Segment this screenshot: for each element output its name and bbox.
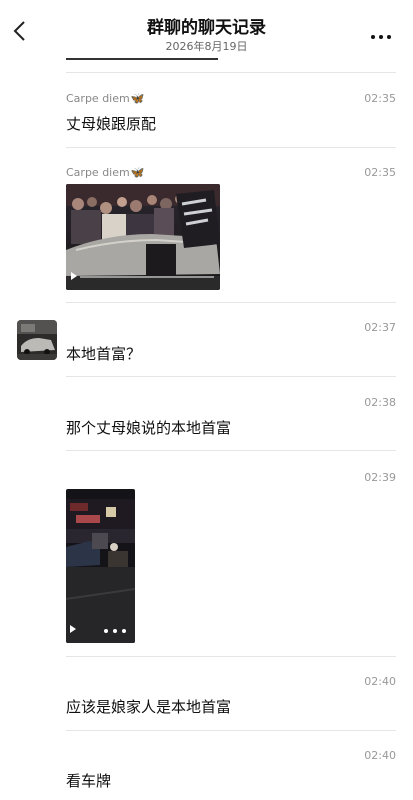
- message-text: 看车牌: [66, 772, 112, 790]
- car-photo-avatar-image: [17, 320, 57, 360]
- divider: [66, 730, 396, 731]
- page-title: 群聊的聊天记录: [147, 18, 266, 38]
- message-time: 02:39: [364, 471, 396, 484]
- video-dot: [122, 629, 126, 633]
- chat-record-header: 群聊的聊天记录 2026年8月19日: [0, 0, 413, 58]
- sender-name: Carpe diem🦋: [66, 166, 145, 179]
- message-time: 02:40: [364, 675, 396, 688]
- scroll-fragment-line: [66, 58, 218, 60]
- divider: [66, 656, 396, 657]
- video-thumbnail-crowd[interactable]: [66, 184, 220, 290]
- play-icon[interactable]: [70, 625, 76, 633]
- message-text: 那个丈母娘说的本地首富: [66, 419, 232, 437]
- message-time: 02:35: [364, 166, 396, 179]
- divider: [66, 147, 396, 148]
- divider: [66, 72, 396, 73]
- sender-name: Carpe diem🦋: [66, 92, 145, 105]
- butterfly-icon: 🦋: [130, 92, 145, 105]
- message-time: 02:35: [364, 92, 396, 105]
- divider: [66, 302, 396, 303]
- video-thumbnail-street[interactable]: [66, 489, 135, 643]
- night-street-image: [66, 489, 135, 643]
- record-date: 2026年8月19日: [165, 40, 248, 53]
- butterfly-icon: 🦋: [130, 166, 145, 179]
- video-dot: [104, 629, 108, 633]
- message-time: 02:37: [364, 321, 396, 334]
- message-text: 本地首富？: [66, 345, 142, 363]
- message-text: 丈母娘跟原配: [66, 115, 157, 133]
- video-dot: [113, 629, 117, 633]
- video-progress-track: [80, 276, 214, 278]
- play-icon[interactable]: [71, 272, 77, 280]
- message-text: 应该是娘家人是本地首富: [66, 698, 232, 716]
- avatar[interactable]: [17, 320, 57, 360]
- message-time: 02:40: [364, 749, 396, 762]
- divider: [66, 450, 396, 451]
- crowd-scene-image: [66, 184, 220, 290]
- message-time: 02:38: [364, 396, 396, 409]
- more-options-icon[interactable]: [369, 24, 399, 39]
- divider: [66, 376, 396, 377]
